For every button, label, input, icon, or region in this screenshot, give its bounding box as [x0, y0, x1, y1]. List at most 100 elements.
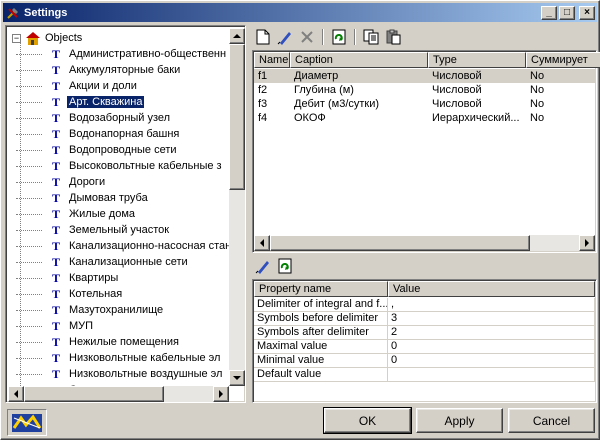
- apply-button[interactable]: Apply: [416, 408, 503, 433]
- tree-item[interactable]: T Высоковольтные кабельные з: [16, 158, 224, 174]
- property-name: Symbols before delimiter: [254, 312, 388, 326]
- property-value[interactable]: 0: [388, 340, 595, 354]
- tree-item[interactable]: T Административно-общественн: [16, 46, 228, 62]
- settings-window: Settings _ □ × − Objects T Административн…: [0, 0, 600, 440]
- fields-toolbar: [254, 28, 402, 46]
- hscroll-thumb[interactable]: [270, 235, 530, 251]
- column-header[interactable]: Property name: [254, 281, 388, 297]
- scroll-up-button[interactable]: [229, 28, 245, 44]
- tree-connector: [16, 101, 42, 103]
- scroll-thumb[interactable]: [229, 44, 245, 190]
- edit-icon[interactable]: [276, 28, 294, 46]
- tree-item[interactable]: T Нежилые помещения: [16, 334, 181, 350]
- tree-item[interactable]: T Канализационно-насосная стан: [16, 238, 232, 254]
- tree-horizontal-scrollbar[interactable]: [8, 386, 229, 402]
- table-type-icon: T: [52, 110, 61, 125]
- tree-item[interactable]: T Низковольтные воздушные эл: [16, 366, 224, 382]
- property-name: Delimiter of integral and f...: [254, 298, 388, 312]
- ok-button[interactable]: OK: [323, 407, 412, 434]
- property-row[interactable]: Minimal value 0: [254, 354, 595, 368]
- table-type-icon: T: [52, 142, 61, 157]
- table-type-icon: T: [52, 62, 61, 77]
- close-button[interactable]: ×: [579, 5, 595, 20]
- property-value[interactable]: [388, 368, 595, 382]
- tree-item[interactable]: T Квартиры: [16, 270, 120, 286]
- tree-item[interactable]: T Водонапорная башня: [16, 126, 181, 142]
- scroll-right-button[interactable]: [579, 235, 595, 251]
- paste-icon[interactable]: [384, 28, 402, 46]
- property-row[interactable]: Delimiter of integral and f...,: [254, 298, 595, 312]
- edit-icon[interactable]: [254, 257, 272, 275]
- scroll-down-button[interactable]: [229, 370, 245, 386]
- tree-root-label: Objects: [45, 32, 83, 44]
- table-row[interactable]: f1 Диаметр Числовой No: [254, 69, 595, 83]
- tree-item[interactable]: T Канализационные сети: [16, 254, 190, 270]
- tree-item[interactable]: T Арт. Скважина: [16, 94, 146, 110]
- table-cell: f4: [258, 112, 268, 124]
- maximize-button[interactable]: □: [559, 5, 575, 20]
- scroll-left-button[interactable]: [254, 235, 270, 251]
- tree-vertical-scrollbar[interactable]: [229, 28, 245, 386]
- column-header[interactable]: Type: [428, 52, 526, 68]
- properties-grid[interactable]: Property name Value Delimiter of integral …: [254, 281, 595, 401]
- toolbar-separator: [322, 29, 324, 45]
- column-header[interactable]: Caption: [290, 52, 428, 68]
- tree-item[interactable]: T Мазутохранилище: [16, 302, 165, 318]
- property-row[interactable]: Maximal value 0: [254, 340, 595, 354]
- tree-item-label: Жилые дома: [69, 208, 136, 220]
- delete-icon[interactable]: [298, 28, 316, 46]
- property-row[interactable]: Default value: [254, 368, 595, 382]
- property-row[interactable]: Symbols after delimiter 2: [254, 326, 595, 340]
- tree-item[interactable]: T Водозаборный узел: [16, 110, 172, 126]
- table-row[interactable]: f3 Дебит (м3/сутки) Числовой No: [254, 97, 595, 111]
- table-row[interactable]: f4 ОКОФ Иерархический... No: [254, 111, 595, 125]
- tree-item[interactable]: T Котельная: [16, 286, 124, 302]
- logo-button[interactable]: [7, 409, 47, 436]
- property-value[interactable]: 2: [388, 326, 595, 340]
- fields-horizontal-scrollbar[interactable]: [254, 235, 595, 251]
- tree-item[interactable]: T Низковольтные кабельные эл: [16, 350, 222, 366]
- tree-item[interactable]: T Акции и доли: [16, 78, 139, 94]
- property-value[interactable]: 0: [388, 354, 595, 368]
- cancel-button[interactable]: Cancel: [508, 408, 595, 433]
- tree-item-label: Арт. Скважина: [65, 95, 146, 109]
- objects-tree[interactable]: − Objects T Административно-общественн T Ак…: [5, 25, 246, 403]
- copy-icon[interactable]: [362, 28, 380, 46]
- tree-item[interactable]: T Жилые дома: [16, 206, 137, 222]
- tree-item-label: Мазутохранилище: [69, 304, 164, 316]
- column-header[interactable]: Name: [254, 52, 290, 68]
- scroll-right-button[interactable]: [213, 386, 229, 402]
- tree-item[interactable]: T Земельный участок: [16, 222, 171, 238]
- tree-item[interactable]: T МУП: [16, 318, 95, 334]
- fields-grid[interactable]: Name Caption Type Суммирует f1 Диаметр Числово…: [254, 52, 600, 235]
- tree-item[interactable]: T Дымовая труба: [16, 190, 150, 206]
- tree-connector: [16, 373, 42, 375]
- property-value[interactable]: 3: [388, 312, 595, 326]
- tree-item-label: Котельная: [69, 288, 123, 300]
- hscroll-thumb[interactable]: [24, 386, 164, 402]
- tree-connector: [16, 85, 42, 87]
- title-bar[interactable]: Settings _ □ ×: [3, 3, 597, 22]
- table-type-icon: T: [52, 286, 61, 301]
- tree-connector: [16, 53, 42, 55]
- property-row[interactable]: Symbols before delimiter 3: [254, 312, 595, 326]
- minimize-button[interactable]: _: [541, 5, 557, 20]
- refresh-icon[interactable]: [276, 257, 294, 275]
- column-header[interactable]: Value: [388, 281, 595, 297]
- new-icon[interactable]: [254, 28, 272, 46]
- arrow-left-icon: [14, 390, 18, 398]
- table-type-icon: T: [52, 238, 61, 253]
- table-type-icon: T: [52, 334, 61, 349]
- tree-item[interactable]: T Водопроводные сети: [16, 142, 179, 158]
- column-header[interactable]: Суммирует: [526, 52, 600, 68]
- tree-item[interactable]: T Дороги: [16, 174, 107, 190]
- refresh-icon[interactable]: [330, 28, 348, 46]
- property-value[interactable]: ,: [388, 298, 595, 312]
- collapse-icon[interactable]: −: [12, 33, 21, 43]
- tree-item[interactable]: T Аккумуляторные баки: [16, 62, 182, 78]
- tree-root[interactable]: − Objects: [12, 30, 82, 46]
- scroll-left-button[interactable]: [8, 386, 24, 402]
- table-row[interactable]: f2 Глубина (м) Числовой No: [254, 83, 595, 97]
- table-cell: Числовой: [432, 70, 482, 82]
- properties-toolbar: [254, 257, 294, 275]
